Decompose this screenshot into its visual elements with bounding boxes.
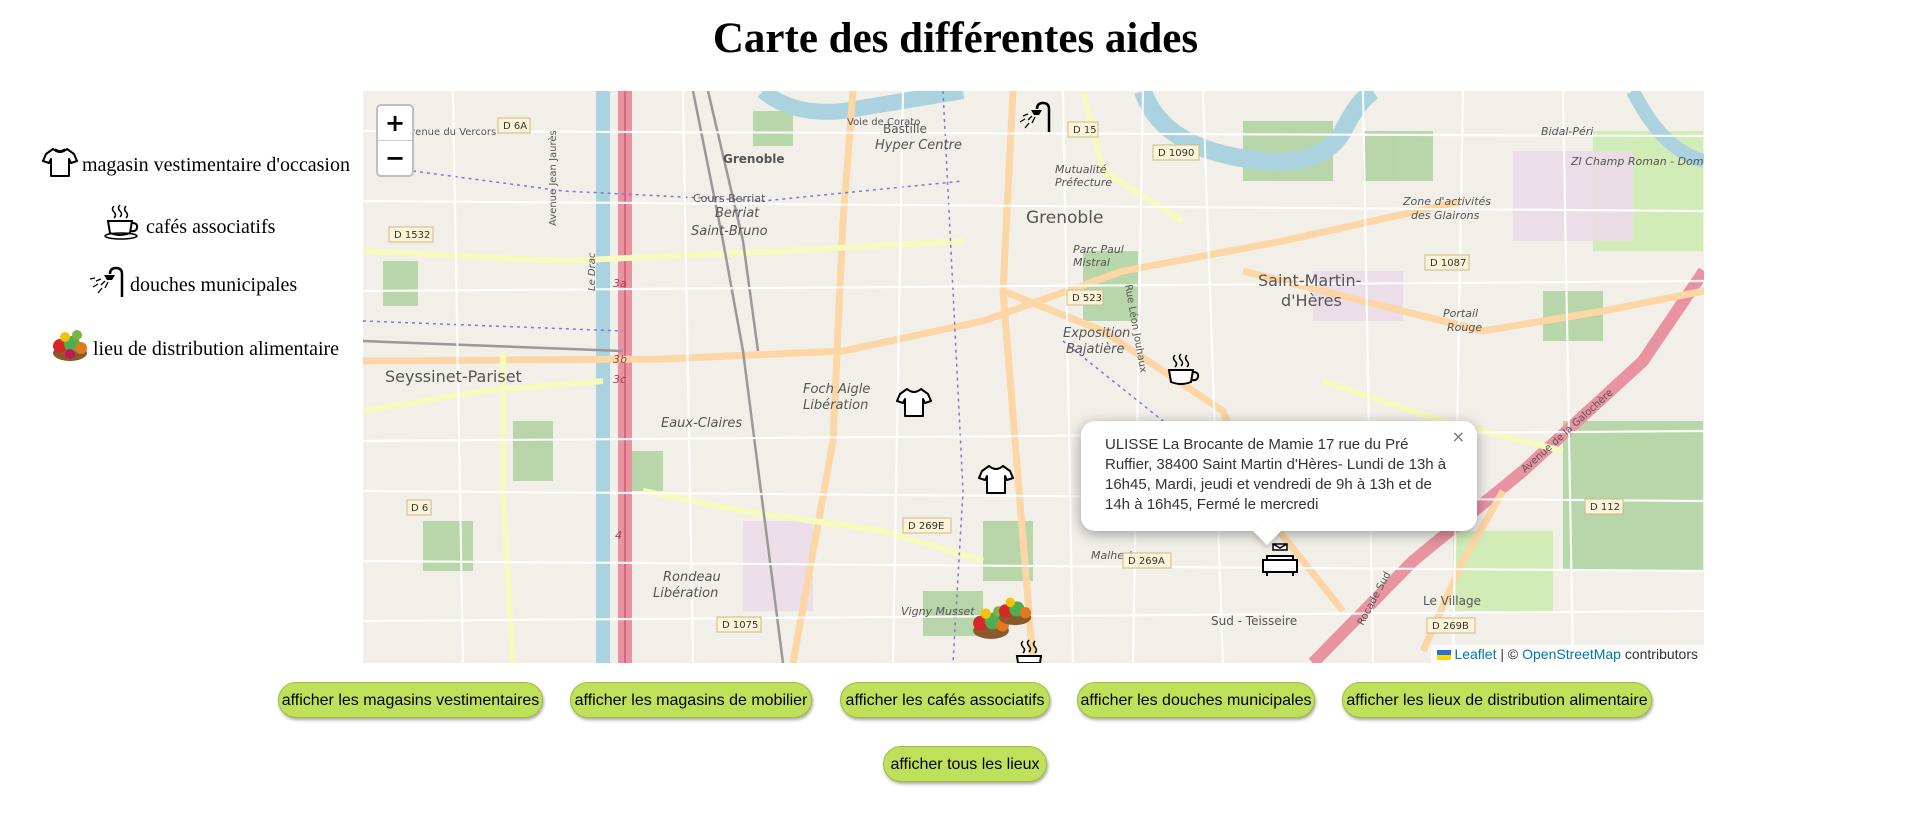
zoom-control: + −: [376, 104, 414, 177]
label-exposition: Exposition: [1063, 326, 1130, 341]
label-rondeau: Rondeau: [663, 570, 721, 585]
show-clothing-stores-button[interactable]: afficher les magasins vestimentaires: [278, 682, 543, 718]
tshirt-icon[interactable]: [896, 386, 932, 418]
legend-label: magasin vestimentaire d'occasion: [82, 154, 350, 176]
coffee-cup-icon[interactable]: [1013, 639, 1051, 663]
label-eaux-claires: Eaux-Claires: [661, 416, 742, 431]
zoom-out-button[interactable]: −: [378, 140, 412, 175]
label-corato: Voie de Corato: [847, 117, 920, 128]
show-showers-button[interactable]: afficher les douches municipales: [1077, 682, 1315, 718]
road-d269e: D 269E: [908, 521, 944, 532]
legend-label: douches municipales: [130, 274, 298, 296]
exit-3b: 3b: [613, 353, 627, 366]
label-vercors: Avenue du Vercors: [403, 127, 496, 138]
sofa-icon[interactable]: [1261, 542, 1299, 578]
road-d269b: D 269B: [1432, 621, 1469, 632]
label-saint-martin: Saint-Martin-: [1258, 271, 1361, 290]
attribution-contributors: contributors: [1624, 646, 1698, 662]
coffee-cup-icon: [104, 204, 139, 240]
label-jean-jaures: Avenue Jean Jaurès: [547, 130, 559, 226]
map-attribution: Leaflet | © OpenStreetMap contributors: [1431, 645, 1704, 663]
label-village: Le Village: [1423, 594, 1481, 608]
show-all-places-button[interactable]: afficher tous les lieux: [883, 746, 1047, 782]
label-hyper-centre: Hyper Centre: [875, 138, 962, 153]
legend-item-food: lieu de distribution alimentaire: [51, 326, 339, 362]
road-d15: D 15: [1073, 125, 1097, 136]
legend-item-shower: douches municipales: [88, 266, 297, 298]
show-food-distribution-button[interactable]: afficher les lieux de distribution alime…: [1342, 682, 1652, 718]
legend-item-clothing: magasin vestimentaire d'occasion: [42, 146, 350, 178]
label-drac: Le Drac: [587, 252, 598, 291]
vegetables-icon[interactable]: [997, 591, 1033, 627]
road-d523: D 523: [1072, 293, 1102, 304]
label-sud-teisseire: Sud - Teisseire: [1211, 614, 1297, 628]
label-zi: ZI Champ Roman - Domai: [1570, 155, 1704, 168]
attribution-separator: | ©: [1500, 646, 1519, 662]
tshirt-icon: [42, 148, 78, 177]
zoom-in-button[interactable]: +: [378, 106, 412, 140]
label-grenoble: Grenoble: [1026, 208, 1103, 228]
marker-popup: × ULISSE La Brocante de Mamie 17 rue du …: [1081, 421, 1477, 546]
exit-4: 4: [615, 529, 622, 542]
ukraine-flag-icon: [1437, 650, 1452, 661]
popup-text: ULISSE La Brocante de Mamie 17 rue du Pr…: [1105, 436, 1447, 513]
label-grenoble-station: Grenoble: [723, 152, 785, 166]
legend-label: lieu de distribution alimentaire: [93, 338, 340, 360]
popup-close-button[interactable]: ×: [1452, 427, 1465, 447]
map-tiles: Grenoble Saint-Martin- d'Hères Seyssinet…: [363, 91, 1704, 663]
road-d269a: D 269A: [1128, 556, 1165, 567]
page-title: Carte des différentes aides: [712, 15, 1199, 62]
road-d1087: D 1087: [1430, 258, 1466, 269]
exit-3c: 3c: [613, 373, 626, 386]
show-cafes-button[interactable]: afficher les cafés associatifs: [840, 682, 1050, 718]
shower-icon[interactable]: [1015, 101, 1053, 133]
road-d6: D 6: [411, 503, 428, 514]
road-d6a: D 6A: [503, 121, 527, 132]
label-glairons: des Glairons: [1411, 209, 1480, 222]
exit-3a: 3a: [613, 277, 627, 290]
road-d1532: D 1532: [394, 230, 430, 241]
label-portail: Portail: [1443, 307, 1478, 320]
road-d1075: D 1075: [722, 620, 758, 631]
tshirt-icon[interactable]: [978, 463, 1014, 495]
coffee-cup-icon[interactable]: [1165, 353, 1203, 389]
label-prefecture: Préfecture: [1055, 176, 1112, 189]
label-seyssinet: Seyssinet-Pariset: [385, 367, 522, 386]
show-furniture-stores-button[interactable]: afficher les magasins de mobilier: [570, 682, 812, 718]
label-parc-2: Mistral: [1073, 256, 1110, 269]
road-d112: D 112: [1590, 502, 1620, 513]
label-parc: Parc Paul: [1073, 243, 1124, 256]
label-foch-2: Libération: [803, 398, 868, 413]
map[interactable]: Grenoble Saint-Martin- d'Hères Seyssinet…: [363, 91, 1704, 663]
legend-label: cafés associatifs: [146, 216, 276, 238]
label-rouge: Rouge: [1447, 321, 1482, 334]
label-zone: Zone d'activités: [1402, 195, 1491, 208]
label-vigny: Vigny Musset: [901, 605, 975, 618]
legend-item-cafe: cafés associatifs: [104, 204, 275, 240]
vegetables-icon: [53, 330, 87, 361]
label-mutualite: Mutualité: [1055, 163, 1107, 176]
label-saint-bruno: Saint-Bruno: [691, 224, 768, 239]
label-cours-berriat: Cours Berriat: [693, 192, 766, 205]
label-rondeau-2: Libération: [653, 586, 718, 601]
leaflet-link[interactable]: Leaflet: [1454, 646, 1496, 662]
label-bidal: Bidal-Péri: [1541, 125, 1593, 138]
shower-icon: [89, 266, 124, 297]
road-d1090: D 1090: [1158, 148, 1194, 159]
openstreetmap-link[interactable]: OpenStreetMap: [1522, 646, 1621, 662]
label-foch: Foch Aigle: [803, 382, 870, 397]
label-saint-martin-2: d'Hères: [1281, 291, 1342, 310]
label-bajatiere: Bajatière: [1066, 342, 1125, 357]
label-berriat: Berriat: [715, 206, 760, 221]
